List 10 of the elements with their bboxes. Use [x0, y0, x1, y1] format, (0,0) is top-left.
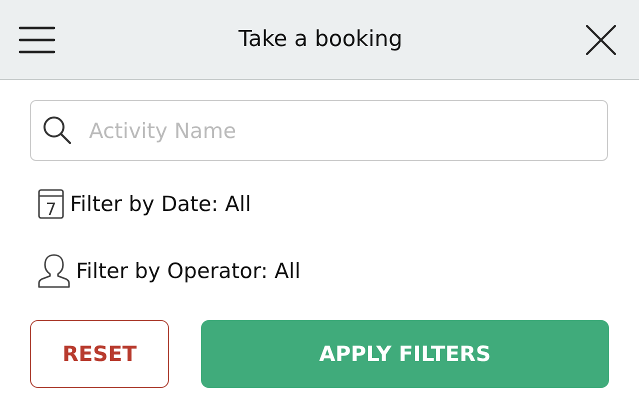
- search-icon: [42, 115, 72, 145]
- close-icon[interactable]: [584, 24, 617, 56]
- reset-button[interactable]: RESET: [30, 320, 169, 388]
- filter-option[interactable]: Filter by Operator: All: [76, 258, 301, 282]
- calendar-icon: 7: [38, 188, 64, 220]
- search-field[interactable]: Activity Name: [30, 100, 608, 161]
- person-icon: [38, 252, 70, 288]
- filter-option[interactable]: Filter by Date: All: [70, 192, 252, 216]
- screen-title: Take a booking: [238, 27, 402, 52]
- menu-icon[interactable]: [18, 24, 56, 54]
